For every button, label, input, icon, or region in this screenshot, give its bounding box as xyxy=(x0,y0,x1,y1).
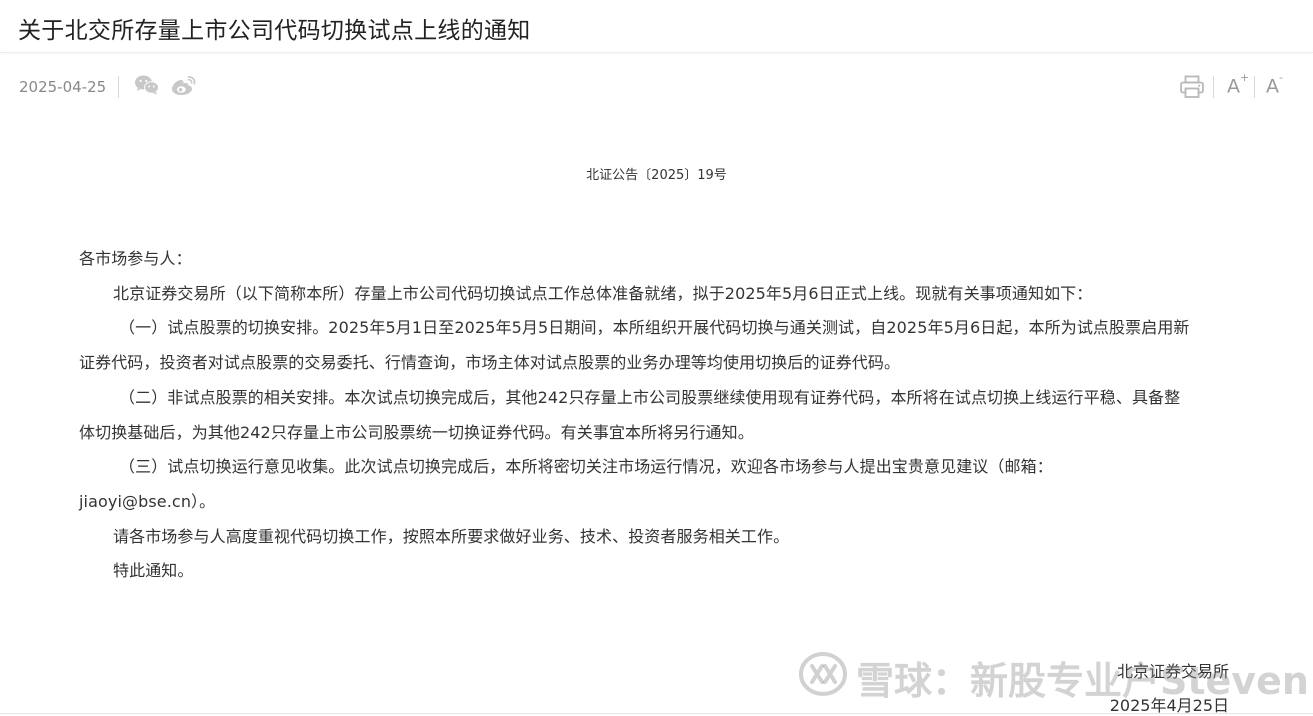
page-bottom-divider xyxy=(0,713,1313,714)
paragraph-line: （一）试点股票的切换安排。2025年5月1日至2025年5月5日期间，本所组织开… xyxy=(119,318,1190,338)
paragraph-line: 请各市场参与人高度重视代码切换工作，按照本所要求做好业务、技术、投资者服务相关工… xyxy=(113,526,790,546)
print-icon[interactable] xyxy=(1179,75,1205,103)
page-title: 关于北交所存量上市公司代码切换试点上线的通知 xyxy=(18,18,531,44)
font-decrease-label: A xyxy=(1266,75,1279,98)
paragraph-line: （二）非试点股票的相关安排。本次试点切换完成后，其他242只存量上市公司股票继续… xyxy=(119,387,1181,407)
meta-toolbar: 2025-04-25 A+ A- xyxy=(0,70,1313,106)
wechat-icon[interactable] xyxy=(134,74,160,100)
font-increase-label: A xyxy=(1227,75,1240,98)
font-decrease-sup: - xyxy=(1279,71,1283,84)
font-decrease-button[interactable]: A- xyxy=(1266,71,1283,98)
paragraph-line: （三）试点切换运行意见收集。此次试点切换完成后，本所将密切关注市场运行情况，欢迎… xyxy=(119,457,1053,477)
divider xyxy=(1213,76,1214,98)
paragraph-line: 证券代码，投资者对试点股票的交易委托、行情查询，市场主体对试点股票的业务办理等均… xyxy=(79,353,901,373)
font-increase-button[interactable]: A+ xyxy=(1227,71,1249,98)
closing-line: 特此通知。 xyxy=(113,561,194,581)
title-bar: 关于北交所存量上市公司代码切换试点上线的通知 xyxy=(0,0,1313,53)
xueqiu-logo-icon xyxy=(799,652,847,696)
weibo-icon[interactable] xyxy=(171,75,197,101)
divider xyxy=(118,76,119,98)
document-number: 北证公告〔2025〕19号 xyxy=(586,168,727,183)
paragraph-line: 北京证券交易所（以下简称本所）存量上市公司代码切换试点工作总体准备就绪，拟于20… xyxy=(113,283,1093,303)
publish-date: 2025-04-25 xyxy=(19,78,107,96)
font-increase-sup: + xyxy=(1240,71,1250,84)
divider xyxy=(1254,76,1255,98)
watermark-text: 雪球：新股专业户Steven xyxy=(856,659,1309,703)
signature: 北京证券交易所 xyxy=(1116,662,1229,681)
salutation: 各市场参与人： xyxy=(79,249,192,268)
paragraph-line: 体切换基础后，为其他242只存量上市公司股票统一切换证券代码。有关事宜本所将另行… xyxy=(79,422,754,442)
email-line: jiaoyi@bse.cn）。 xyxy=(79,491,216,511)
article-body: 各市场参与人： 北京证券交易所（以下简称本所）存量上市公司代码切换试点工作总体准… xyxy=(79,242,1234,589)
